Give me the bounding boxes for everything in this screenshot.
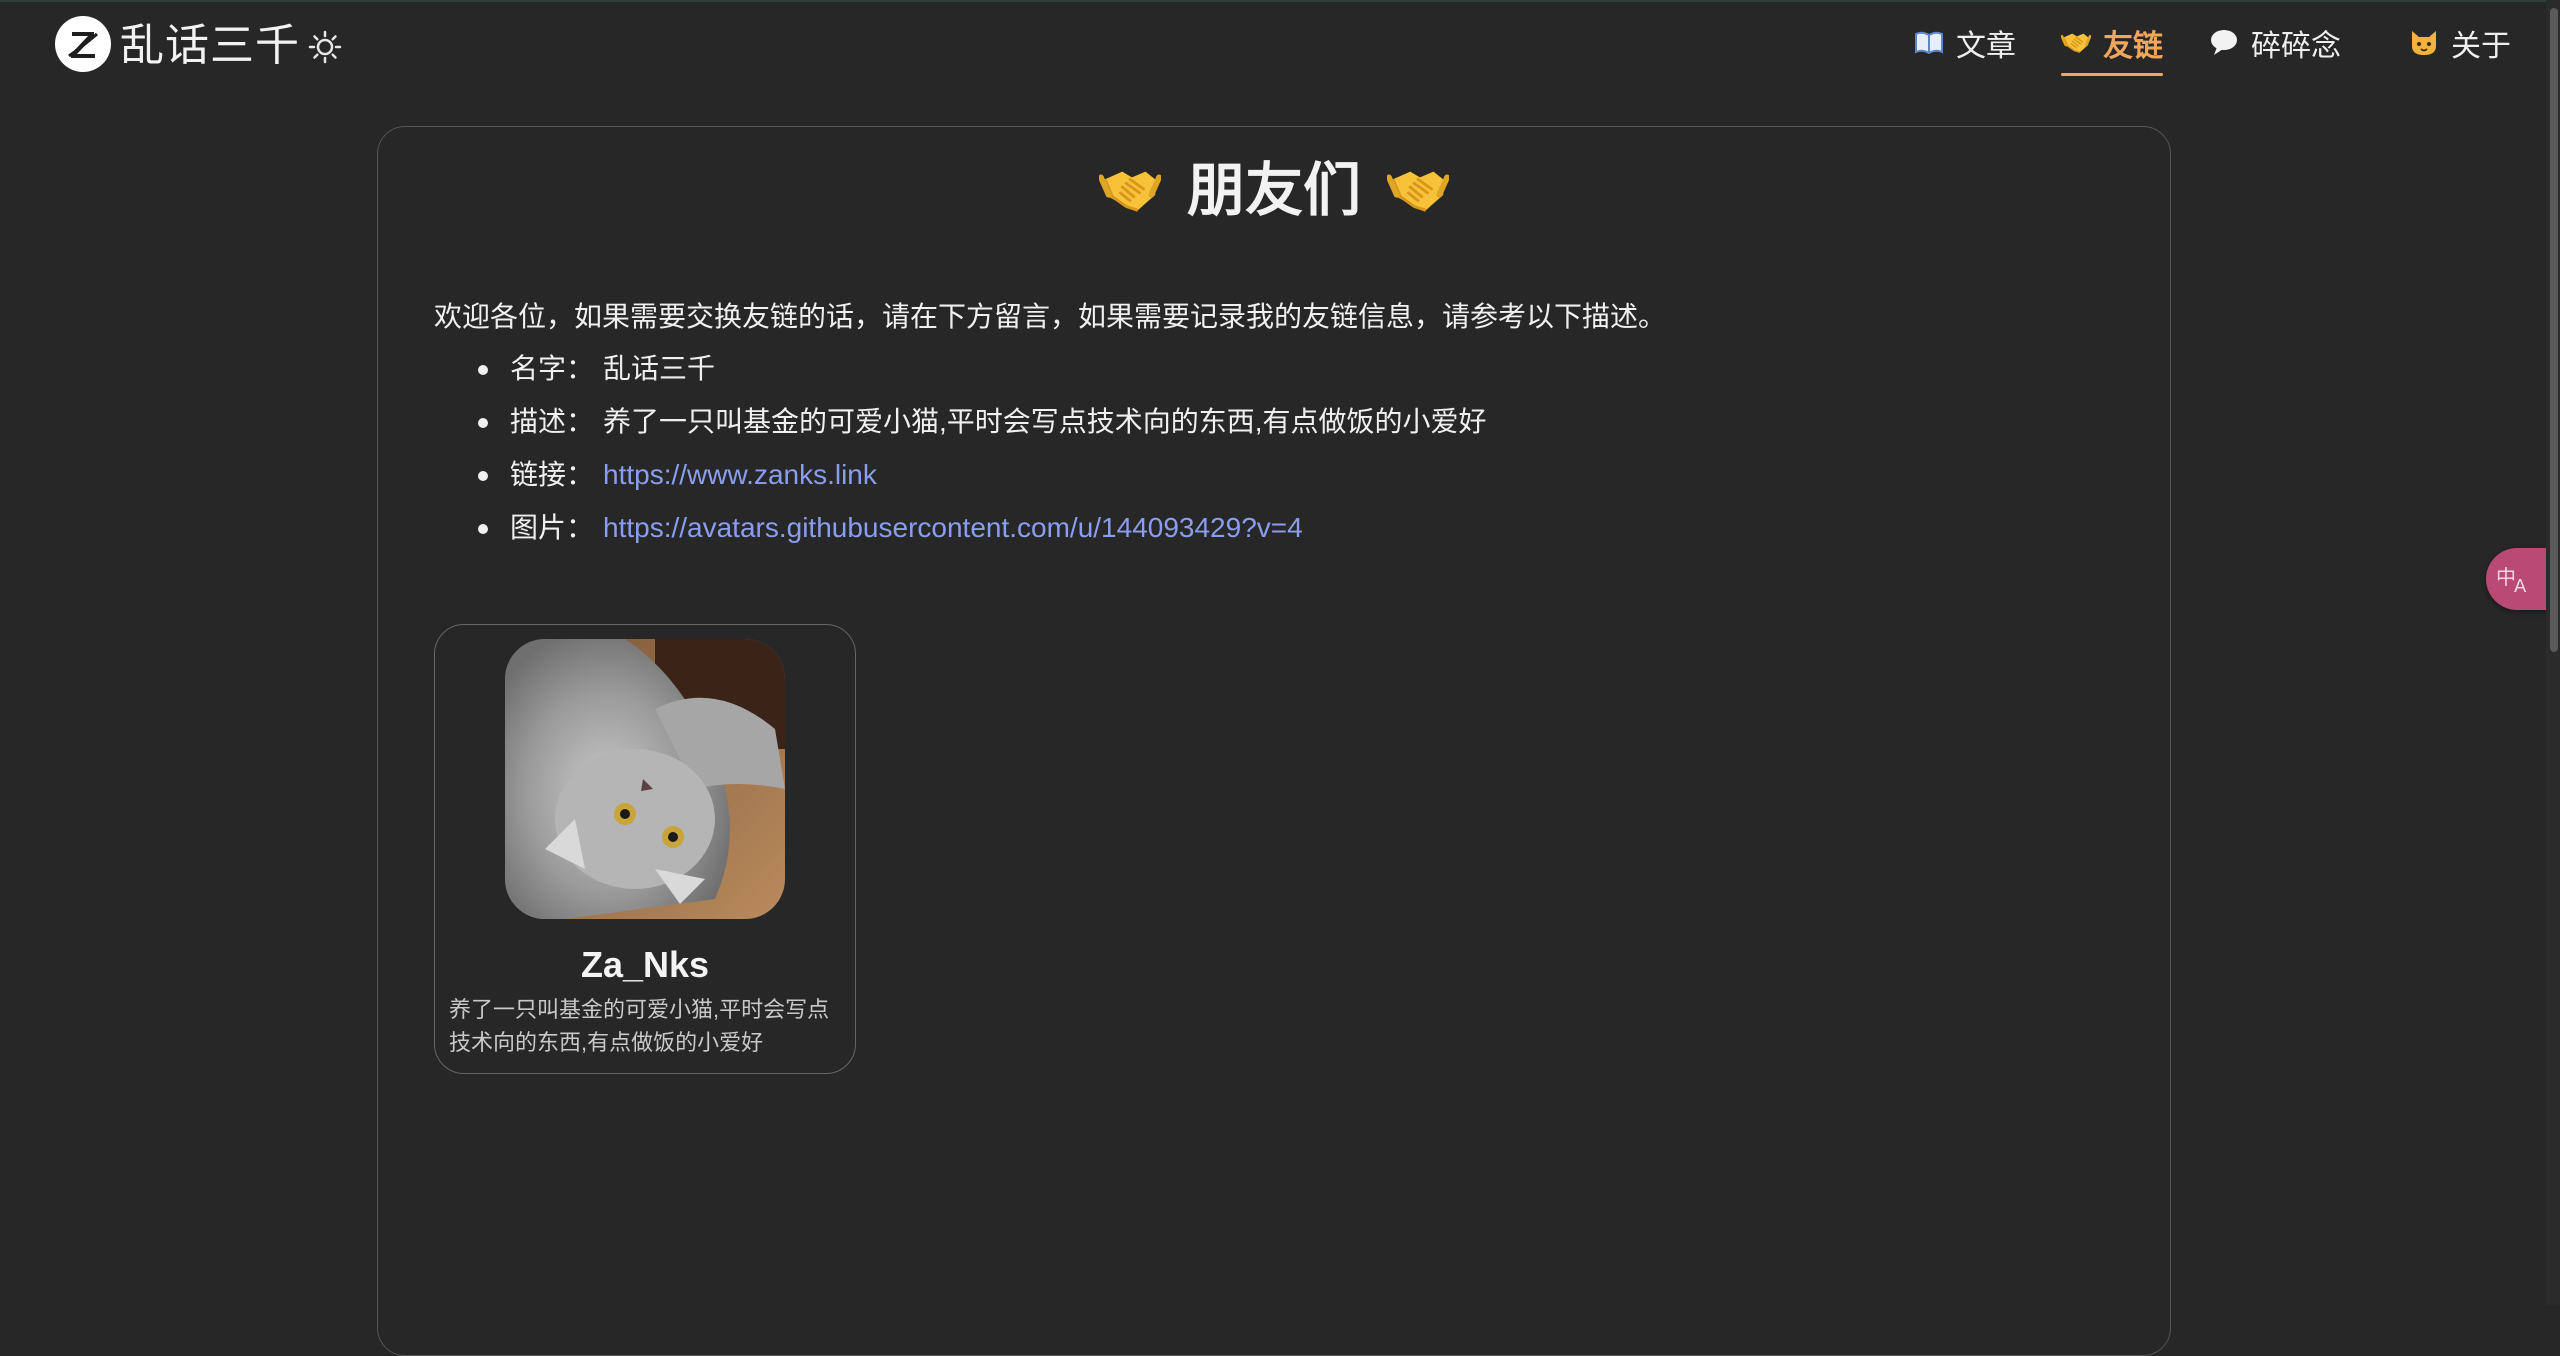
main-nav: 文章 友链 碎碎念 关于 [1860,2,2560,88]
nav-item-articles[interactable]: 文章 [1914,26,2016,70]
page-title-row: 朋友们 [378,153,2170,229]
nav-label-articles: 文章 [1956,30,2016,64]
nav-item-friend-links[interactable]: 友链 [2061,26,2163,76]
svg-text:中: 中 [2496,565,2516,589]
speech-bubble-icon [2209,27,2239,67]
info-value-description: 养了一只叫基金的可爱小猫,平时会写点技术向的东西,有点做饭的小爱好 [603,406,1487,437]
info-key-link: 链接： [510,459,595,490]
scrollbar[interactable] [2546,0,2560,1305]
list-item: 名字： 乱话三千 [474,349,1487,402]
site-header: 乱话三千 文章 友链 碎碎念 关于 [0,2,2560,88]
info-value-name: 乱话三千 [603,353,716,384]
page-title: 朋友们 [1186,158,1361,223]
info-key-name: 名字： [510,353,595,384]
intro-text: 欢迎各位，如果需要交换友链的话，请在下方留言，如果需要记录我的友链信息，请参考以… [434,301,1667,332]
cat-face-icon [2409,27,2439,67]
info-key-image: 图片： [510,512,595,543]
nav-item-about[interactable]: 关于 [2409,26,2511,70]
nav-item-notes[interactable]: 碎碎念 [2209,26,2341,70]
site-title[interactable]: 乱话三千 [120,18,300,74]
handshake-icon [2061,27,2091,68]
book-icon [1914,27,1944,67]
nav-label-notes: 碎碎念 [2251,30,2341,64]
nav-label-friend-links: 友链 [2103,30,2163,64]
list-item: 描述： 养了一只叫基金的可爱小猫,平时会写点技术向的东西,有点做饭的小爱好 [474,402,1487,455]
info-key-description: 描述： [510,406,595,437]
site-link[interactable]: https://www.zanks.link [603,459,877,490]
friend-name: Za_Nks [580,944,710,985]
scrollbar-thumb[interactable] [2550,8,2558,652]
avatar [505,639,785,919]
list-item: 图片： https://avatars.githubusercontent.com… [474,508,1487,561]
svg-text:A: A [2514,576,2527,596]
handshake-icon [1099,158,1161,225]
handshake-icon [1387,158,1449,225]
list-item: 链接： https://www.zanks.link [474,455,1487,508]
z-logo-icon[interactable] [55,16,111,72]
link-info-list: 名字： 乱话三千 描述： 养了一只叫基金的可爱小猫,平时会写点技术向的东西,有点做饭… [474,349,1487,561]
sun-icon[interactable] [308,30,342,64]
friends-page-card: 朋友们 欢迎各位，如果需要交换友链的话，请在下方留言，如果需要记录我的友链信息，… [377,126,2171,1356]
avatar-link[interactable]: https://avatars.githubusercontent.com/u/… [603,512,1303,543]
nav-label-about: 关于 [2451,30,2511,64]
friend-card[interactable]: Za_Nks 养了一只叫基金的可爱小猫,平时会写点技术向的东西,有点做饭的小爱好 [434,624,856,1074]
friend-description: 养了一只叫基金的可爱小猫,平时会写点技术向的东西,有点做饭的小爱好 [449,997,830,1055]
